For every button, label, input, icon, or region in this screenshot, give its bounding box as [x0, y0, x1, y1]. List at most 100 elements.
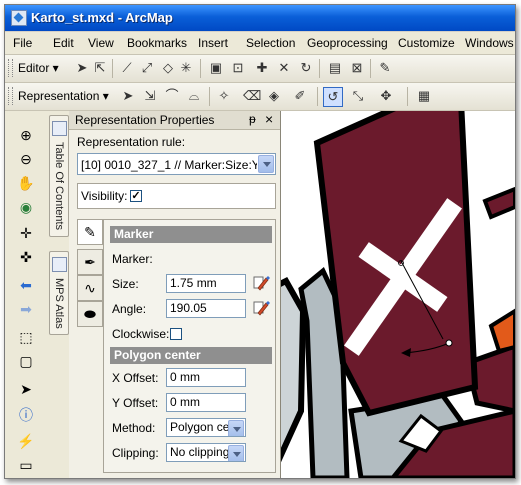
zoom-out-icon[interactable]: ⊖: [16, 149, 36, 169]
toolbar-separator: [370, 59, 371, 78]
table-of-contents-icon: [52, 121, 67, 136]
create-features-icon[interactable]: ✎: [376, 59, 394, 77]
editor-menu-button[interactable]: Editor ▾: [18, 59, 59, 77]
tab-line-layer[interactable]: ∿: [77, 275, 103, 301]
full-extent-icon[interactable]: ◉: [16, 197, 36, 217]
straight-segment-icon[interactable]: ⟋: [118, 59, 136, 77]
tab-fill-layer[interactable]: ⬬: [77, 301, 103, 327]
pin-icon[interactable]: ᵽ: [249, 112, 256, 126]
split-feature-icon[interactable]: ✕: [275, 59, 293, 77]
clear-selection-icon[interactable]: ▢: [16, 351, 36, 371]
menu-view[interactable]: View: [88, 36, 114, 50]
tab-mps-atlas[interactable]: MPS Atlas: [49, 251, 69, 335]
map-rotation-handle[interactable]: [445, 339, 453, 347]
trace-tool-icon[interactable]: ◇: [159, 59, 177, 77]
select-representation-icon[interactable]: ➤: [119, 87, 137, 105]
arcmap-window: Karto_st.mxd - ArcMap File Edit View Boo…: [4, 4, 516, 479]
menu-customize[interactable]: Customize: [398, 36, 455, 50]
edit-vertices-icon[interactable]: ▣: [207, 59, 225, 77]
rotate-icon[interactable]: ↻: [297, 59, 315, 77]
angle-input[interactable]: 190.05: [166, 299, 246, 318]
tools-toolbar: ⊕ ⊖ ✋ ◉ ✛ ✜ ⬅ ➡ ⬚ ▢ ➤ ⓘ ⚡ ▭: [5, 111, 48, 478]
resize-icon[interactable]: ⤡: [349, 87, 367, 105]
rule-properties-area: ✎ ✒ ∿ ⬬ Marker Marker: Size: 1.75 mm Ang…: [77, 219, 276, 473]
menu-file[interactable]: File: [13, 36, 32, 50]
line-tool-icon[interactable]: ⤢: [138, 59, 156, 77]
panel-title: Representation Properties: [75, 113, 215, 127]
method-select[interactable]: Polygon ce: [166, 418, 246, 437]
tab-stroke-layer[interactable]: ✒: [77, 249, 103, 275]
toolbar-grip[interactable]: [8, 59, 13, 77]
toolbar-separator: [407, 87, 408, 106]
lasso-select-icon[interactable]: ⌒: [163, 87, 181, 105]
menu-edit[interactable]: Edit: [53, 36, 74, 50]
visibility-checkbox[interactable]: ✓: [130, 190, 142, 202]
tab-atlas-label: MPS Atlas: [53, 278, 65, 329]
zoom-in-icon[interactable]: ⊕: [16, 125, 36, 145]
menu-windows[interactable]: Windows: [465, 36, 514, 50]
marker-tool-icon[interactable]: ✧: [215, 87, 233, 105]
select-elements-icon[interactable]: ➤: [16, 379, 36, 399]
toolbar-separator: [200, 59, 201, 78]
fixed-zoom-out-icon[interactable]: ✜: [16, 247, 36, 267]
clipping-label: Clipping:: [112, 446, 159, 460]
tab-marker-layer[interactable]: ✎: [77, 219, 103, 245]
pan-icon[interactable]: ✋: [16, 173, 36, 193]
select-features-icon[interactable]: ⬚: [16, 327, 36, 347]
lasso-direct-icon[interactable]: ⌓: [185, 87, 203, 105]
clipping-select[interactable]: No clipping: [166, 443, 246, 462]
identify-icon[interactable]: ⓘ: [16, 405, 36, 425]
method-label: Method:: [112, 421, 156, 435]
hyperlink-icon[interactable]: ⚡: [16, 431, 36, 451]
toolbar-grip[interactable]: [8, 87, 13, 105]
chevron-down-icon[interactable]: [228, 420, 244, 436]
menu-bookmarks[interactable]: Bookmarks: [127, 36, 187, 50]
override-brush-icon[interactable]: [252, 274, 270, 292]
chevron-down-icon[interactable]: [228, 445, 244, 461]
direct-select-icon[interactable]: ⇲: [141, 87, 159, 105]
reshape-feature-icon[interactable]: ⊡: [229, 59, 247, 77]
clockwise-checkbox[interactable]: [170, 328, 182, 340]
tab-table-of-contents[interactable]: Table Of Contents: [49, 115, 69, 237]
override-brush-icon[interactable]: [252, 299, 270, 317]
menu-geoprocessing[interactable]: Geoprocessing: [307, 36, 388, 50]
move-icon[interactable]: ✥: [377, 87, 395, 105]
size-input[interactable]: 1.75 mm: [166, 274, 246, 293]
map-gray-left-feature: [281, 277, 307, 463]
map-orange-feature: [488, 308, 515, 354]
map-small-right-feature: [482, 186, 515, 220]
representation-properties-icon[interactable]: ▦: [415, 87, 433, 105]
visibility-label: Visibility:: [81, 189, 128, 203]
back-arrow-icon[interactable]: ⬅: [16, 275, 36, 295]
y-offset-label: Y Offset:: [112, 396, 159, 410]
window-title: Karto_st.mxd - ArcMap: [31, 10, 173, 25]
html-popup-icon[interactable]: ▭: [16, 455, 36, 475]
x-offset-input[interactable]: 0 mm: [166, 368, 246, 387]
sketch-properties-icon[interactable]: ⊠: [348, 59, 366, 77]
erase-tool-icon[interactable]: ⌫: [243, 87, 261, 105]
edit-annotation-icon[interactable]: ⇱: [91, 59, 109, 77]
fixed-zoom-in-icon[interactable]: ✛: [16, 223, 36, 243]
attributes-icon[interactable]: ▤: [326, 59, 344, 77]
menu-selection[interactable]: Selection: [246, 36, 295, 50]
rotate-representation-icon[interactable]: ↺: [323, 87, 343, 107]
panel-header: Representation Properties ᵽ ×: [69, 111, 280, 130]
brush-tool-icon[interactable]: ✐: [291, 87, 309, 105]
y-offset-input[interactable]: 0 mm: [166, 393, 246, 412]
toolbar-separator: [112, 59, 113, 78]
representation-rule-select[interactable]: [10] 0010_327_1 // Marker:Size:Y: [77, 153, 276, 175]
forward-arrow-icon[interactable]: ➡: [16, 299, 36, 319]
split-tool-icon[interactable]: ✳: [177, 59, 195, 77]
map-canvas[interactable]: [281, 111, 515, 478]
fill-tool-icon[interactable]: ◈: [265, 87, 283, 105]
close-icon[interactable]: ×: [265, 111, 273, 127]
toolbar-separator: [319, 59, 320, 78]
size-label: Size:: [112, 277, 139, 291]
representation-menu-button[interactable]: Representation ▾: [18, 87, 109, 105]
edit-tool-icon[interactable]: ➤: [73, 59, 91, 77]
map-view[interactable]: [281, 111, 515, 478]
cut-polygons-icon[interactable]: ✚: [253, 59, 271, 77]
chevron-down-icon[interactable]: [258, 155, 274, 173]
menu-insert[interactable]: Insert: [198, 36, 228, 50]
dock-side-tabs: Table Of Contents MPS Atlas: [47, 111, 70, 478]
